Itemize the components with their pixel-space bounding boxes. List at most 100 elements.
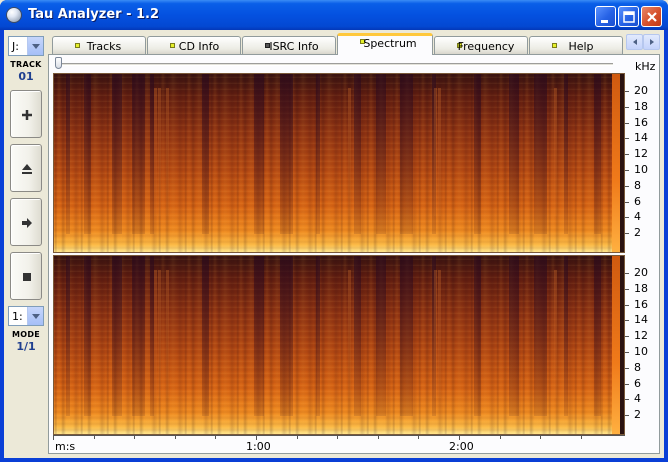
y-tick-label: 6 — [634, 376, 641, 390]
position-slider[interactable] — [55, 63, 613, 66]
y-tick — [625, 106, 629, 108]
position-slider-thumb[interactable] — [55, 57, 62, 69]
tab-frequency[interactable]: Frequency — [434, 36, 528, 54]
stop-icon — [23, 273, 31, 281]
tab-help[interactable]: Help — [529, 36, 623, 54]
y-tick — [625, 399, 629, 401]
x-unit-label: m:s — [55, 440, 76, 453]
tab-strip: Tracks CD Info ISRC Info Spectrum Freque… — [48, 33, 628, 55]
y-tick — [625, 91, 629, 92]
y-tick-label: 10 — [634, 345, 648, 358]
tab-scroll-buttons — [626, 34, 660, 50]
x-tick — [418, 436, 420, 439]
track-number: 01 — [18, 70, 34, 83]
x-tick — [540, 436, 542, 439]
chevron-left-icon — [633, 39, 637, 45]
y-tick-label: 8 — [634, 178, 641, 192]
tab-label: Spectrum — [363, 37, 417, 50]
y-tick-label: 4 — [634, 210, 641, 224]
y-tick — [625, 201, 629, 203]
y-tick-label: 8 — [634, 360, 641, 374]
y-tick — [625, 383, 629, 385]
tab-tracks[interactable]: Tracks — [52, 36, 146, 54]
y-axis-channel-2: 20 18 16 14 12 10 8 6 4 2 — [625, 255, 659, 435]
client-area: J: TRACK 01 1: MODE 1/1 Tracks CD Info I… — [4, 30, 664, 458]
close-button[interactable] — [641, 6, 662, 27]
tab-label: CD Info — [178, 40, 220, 53]
spectrogram-channel-2 — [53, 255, 625, 435]
tab-scroll-right-button[interactable] — [643, 34, 660, 50]
add-button[interactable] — [10, 90, 42, 138]
play-button[interactable] — [10, 198, 42, 246]
x-tick-label: 2:00 — [449, 440, 474, 453]
y-tick — [625, 288, 629, 290]
eject-button[interactable] — [10, 144, 42, 192]
y-tick — [625, 367, 629, 369]
minimize-button[interactable] — [595, 6, 616, 27]
x-tick — [296, 436, 298, 439]
control-panel: J: TRACK 01 1: MODE 1/1 — [6, 34, 46, 454]
y-tick-label: 2 — [634, 408, 641, 422]
tab-isrc-info[interactable]: ISRC Info — [242, 36, 336, 54]
app-window: Tau Analyzer - 1.2 J: TRACK 01 1: MODE 1… — [0, 0, 668, 462]
y-tick — [625, 415, 629, 417]
mode-select-value: 1: — [12, 310, 23, 323]
tab-label: ISRC Info — [269, 40, 319, 53]
stop-button[interactable] — [10, 252, 42, 300]
x-tick — [93, 436, 95, 439]
spectrogram-channel-1 — [53, 73, 625, 253]
x-tick — [174, 436, 176, 439]
x-tick — [580, 436, 582, 439]
y-tick — [625, 336, 629, 338]
y-tick-label: 10 — [634, 163, 648, 176]
y-tick — [625, 185, 629, 187]
y-tick-label: 16 — [634, 297, 648, 311]
eject-icon — [22, 164, 32, 174]
tab-spectrum[interactable]: Spectrum — [337, 33, 433, 55]
y-tick — [625, 320, 629, 322]
y-axis-channel-1: 20 18 16 14 12 10 8 6 4 2 — [625, 73, 659, 253]
y-tick-label: 18 — [634, 99, 648, 113]
y-tick-label: 20 — [634, 266, 648, 279]
mode-value: 1/1 — [16, 340, 36, 353]
chevron-down-icon[interactable] — [27, 37, 43, 55]
y-tick-label: 12 — [634, 329, 648, 343]
app-icon — [6, 7, 22, 23]
y-tick-label: 14 — [634, 131, 648, 145]
y-tick — [625, 154, 629, 156]
tab-label: Frequency — [457, 40, 515, 53]
x-tick — [337, 436, 339, 439]
track-label: TRACK — [10, 60, 42, 69]
y-tick-label: 2 — [634, 226, 641, 240]
spectrogram-cols — [54, 256, 624, 434]
y-tick — [625, 138, 629, 140]
y-tick-label: 6 — [634, 194, 641, 208]
tab-scroll-left-button[interactable] — [626, 34, 643, 50]
chevron-right-icon — [650, 39, 654, 45]
x-tick — [215, 436, 217, 439]
y-tick — [625, 217, 629, 219]
title-bar[interactable]: Tau Analyzer - 1.2 — [0, 0, 668, 30]
drive-select[interactable]: J: — [8, 36, 44, 56]
y-tick — [625, 122, 629, 124]
maximize-button[interactable] — [618, 6, 639, 27]
y-tick-label: 20 — [634, 84, 648, 97]
y-tick-label: 16 — [634, 115, 648, 129]
tab-label: Help — [568, 40, 594, 53]
time-axis: m:s 1:00 2:00 — [53, 435, 625, 453]
x-tick — [134, 436, 136, 439]
y-unit-label: kHz — [635, 60, 656, 73]
x-tick-label: 1:00 — [246, 440, 271, 453]
mode-select[interactable]: 1: — [8, 306, 44, 326]
mode-label: MODE — [11, 330, 41, 339]
maximize-icon — [623, 11, 635, 23]
chevron-down-icon[interactable] — [27, 307, 43, 325]
y-tick-label: 12 — [634, 147, 648, 161]
close-icon — [647, 12, 657, 22]
drive-select-value: J: — [12, 40, 19, 53]
y-tick — [625, 170, 629, 171]
y-tick — [625, 273, 629, 274]
y-tick-label: 4 — [634, 392, 641, 406]
tab-cd-info[interactable]: CD Info — [147, 36, 241, 54]
tab-label: Tracks — [86, 40, 122, 53]
